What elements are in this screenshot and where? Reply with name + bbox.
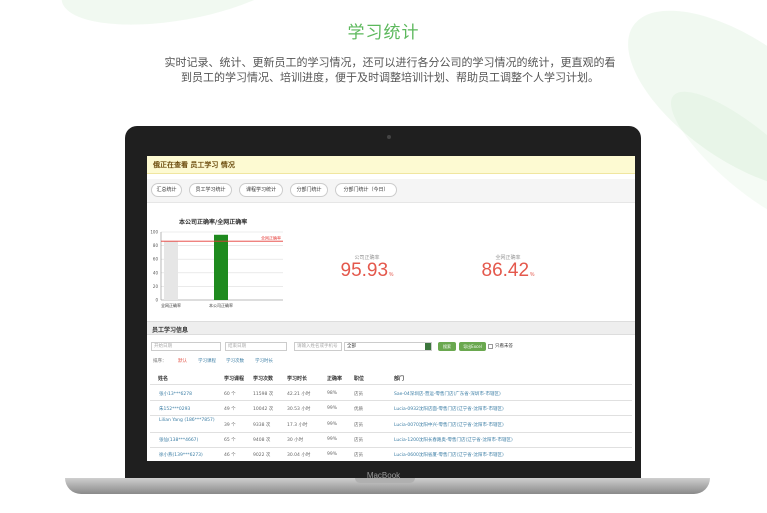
column-header-name: 姓名 (158, 376, 169, 382)
stats-tabs: 汇总统计 员工学习统计 课程学习统计 分部门统计 分部门统计（今日） (147, 179, 635, 203)
banner-text: 俄正在查看 员工学习 情况 (153, 161, 235, 169)
export-excel-button[interactable]: 导出Excel (459, 342, 486, 351)
accuracy-bar-chart: 020406080100全网正确率 本公司正确率全网正确率 (150, 230, 283, 308)
cell-courses: 65 个 (224, 438, 236, 443)
chart-bar (164, 241, 178, 300)
cell-duration: 42.21 小时 (287, 392, 311, 397)
section-title: 员工学习信息 (152, 327, 189, 334)
cell-name[interactable]: 张仙(138***4667) (159, 437, 198, 443)
row-divider (150, 432, 632, 433)
sort-label: 排序： (153, 359, 167, 364)
cell-name[interactable]: 朱152***0293 (159, 406, 190, 412)
y-tick-label: 40 (153, 270, 159, 275)
network-rate-value: 86.42% (481, 260, 535, 281)
unanswered-checkbox[interactable] (488, 344, 493, 349)
company-rate-value: 95.93% (340, 260, 394, 281)
cell-position: 店员 (354, 392, 363, 397)
cell-rate: 99% (327, 422, 338, 427)
cell-name[interactable]: Lilian Yang (186***7857) (159, 418, 219, 424)
cell-duration: 30.53 小时 (287, 407, 311, 412)
cell-rate: 99% (327, 437, 338, 442)
cell-rate: 98% (327, 391, 338, 396)
cell-position: 店员 (354, 453, 363, 458)
cell-name[interactable]: 徐小燕(139***6273) (159, 452, 203, 458)
cell-times: 11598 次 (253, 392, 274, 397)
cell-times: 9022 次 (253, 453, 271, 458)
app-screen: 俄正在查看 员工学习 情况 汇总统计 员工学习统计 课程学习统计 分部门统计 分… (147, 156, 635, 461)
y-tick-label: 100 (150, 230, 158, 235)
x-tick-label: 全网正确率 (161, 302, 181, 308)
tab-employee-study[interactable]: 员工学习统计 (189, 183, 232, 197)
cell-department: Lucia-0070沈阳中兴-零售门店(辽宁省-沈阳市-市辖区) (394, 423, 504, 428)
column-header-times: 学习次数 (253, 376, 274, 382)
background-decoration (654, 72, 767, 248)
cell-position: 店员 (354, 438, 363, 443)
row-divider (150, 400, 632, 401)
cell-department: Lucia-1200沈阳长春路奥-零售门店(辽宁省-沈阳市-市辖区) (394, 438, 513, 443)
cell-department: Lucia-0932沈阳店面-零售门店(辽宁省-沈阳市-市辖区) (394, 407, 504, 412)
column-header-position: 职位 (354, 376, 365, 382)
notice-banner: 俄正在查看 员工学习 情况 (147, 156, 635, 174)
checkbox-label: 只看未答 (495, 344, 513, 349)
cell-times: 10042 次 (253, 407, 274, 412)
cell-name[interactable]: 张小13***6278 (159, 391, 192, 397)
chart-bar (214, 234, 228, 300)
search-input[interactable]: 请输入姓名或手机号 (294, 342, 342, 351)
end-date-field[interactable]: 结束日期 (225, 342, 287, 351)
cell-times: 9338 次 (253, 423, 271, 428)
column-header-department: 部门 (394, 376, 405, 382)
sort-default[interactable]: 默认 (178, 358, 187, 364)
cell-department: Lucia-0600沈阳省厦-零售门店(辽宁省-沈阳市-市辖区) (394, 453, 504, 458)
cell-times: 9408 次 (253, 438, 271, 443)
reference-line-label: 全网正确率 (261, 235, 281, 241)
tab-by-department-today[interactable]: 分部门统计（今日） (335, 183, 397, 197)
cell-department: Sae-04深圳店-营运-零售门店(广东省-深圳市-市辖区) (394, 392, 501, 397)
row-divider (150, 447, 632, 448)
cell-duration: 17.3 小时 (287, 423, 308, 428)
camera-icon (387, 135, 391, 139)
sort-duration[interactable]: 学习时长 (255, 358, 273, 364)
start-date-field[interactable]: 开始日期 (151, 342, 221, 351)
cell-courses: 46 个 (224, 453, 236, 458)
cell-rate: 99% (327, 406, 338, 411)
tab-by-department[interactable]: 分部门统计 (290, 183, 328, 197)
tab-course-study[interactable]: 课程学习统计 (239, 183, 283, 197)
cell-courses: 49 个 (224, 407, 236, 412)
cell-duration: 30 小时 (287, 438, 304, 443)
row-divider (150, 415, 632, 416)
search-button[interactable]: 搜索 (438, 342, 456, 351)
cell-duration: 30.04 小时 (287, 453, 311, 458)
page-title: 学习统计 (347, 23, 420, 43)
cell-courses: 39 个 (224, 423, 236, 428)
cell-position: 优质 (354, 407, 363, 412)
department-select[interactable]: 全部 (344, 342, 432, 351)
y-tick-label: 60 (153, 257, 159, 262)
y-tick-label: 0 (155, 298, 158, 303)
page-description: 实时记录、统计、更新员工的学习情况，还可以进行各分公司的学习情况的统计，更直观的… (164, 56, 616, 84)
tab-summary[interactable]: 汇总统计 (151, 183, 182, 197)
column-header-courses: 学习课程 (224, 376, 245, 382)
y-tick-label: 80 (153, 243, 159, 248)
column-header-rate: 正确率 (327, 376, 343, 382)
cell-position: 店员 (354, 423, 363, 428)
sort-courses[interactable]: 学习课程 (198, 358, 216, 364)
section-header: 员工学习信息 (147, 321, 635, 335)
cell-courses: 60 个 (224, 392, 236, 397)
cell-rate: 99% (327, 452, 338, 457)
column-header-duration: 学习时长 (287, 376, 308, 382)
sort-times[interactable]: 学习次数 (226, 358, 244, 364)
table-header-divider (150, 384, 632, 385)
y-tick-label: 20 (153, 284, 159, 289)
chevron-down-icon[interactable] (425, 343, 431, 350)
x-tick-label: 本公司正确率 (209, 302, 233, 308)
device-brand: MacBook (366, 471, 401, 480)
